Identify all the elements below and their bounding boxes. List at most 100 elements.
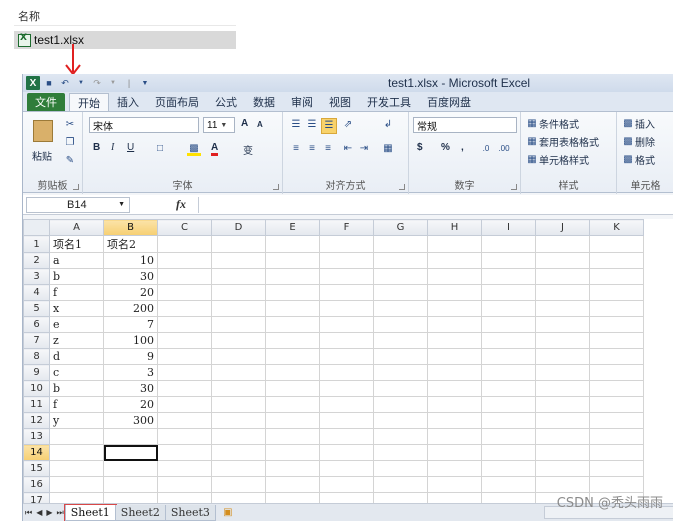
delete-cells-button[interactable]: ▩ 删除 (621, 134, 655, 150)
cell[interactable] (211, 316, 266, 333)
row-header[interactable]: 1 (23, 235, 50, 253)
cell[interactable] (427, 412, 482, 429)
cell[interactable] (589, 476, 644, 493)
paste-button[interactable]: 粘贴 (32, 148, 52, 163)
cell[interactable] (49, 492, 104, 503)
underline-button[interactable]: U (127, 142, 134, 153)
cell[interactable]: y (49, 412, 104, 429)
cell[interactable] (481, 268, 536, 285)
cell[interactable] (319, 332, 374, 349)
undo-dropdown-icon[interactable]: ▼ (74, 76, 88, 90)
tab-formulas[interactable]: 公式 (207, 93, 245, 111)
explorer-file-row[interactable]: test1.xlsx (14, 31, 236, 49)
tab-page-layout[interactable]: 页面布局 (147, 93, 207, 111)
cell[interactable] (589, 380, 644, 397)
column-header-h[interactable]: H (427, 219, 482, 236)
cell[interactable]: e (49, 316, 104, 333)
cell[interactable] (373, 476, 428, 493)
column-header-i[interactable]: I (481, 219, 536, 236)
cell[interactable] (157, 492, 212, 503)
cell[interactable] (427, 268, 482, 285)
cell[interactable] (589, 412, 644, 429)
cell[interactable] (157, 268, 212, 285)
cell[interactable] (481, 428, 536, 445)
cell[interactable] (211, 396, 266, 413)
cell[interactable] (265, 284, 320, 301)
cell[interactable] (373, 316, 428, 333)
cell[interactable] (373, 348, 428, 365)
cell[interactable] (481, 316, 536, 333)
shrink-font-icon[interactable]: A (257, 120, 263, 129)
cell[interactable] (535, 332, 590, 349)
cell[interactable] (157, 284, 212, 301)
cell[interactable] (157, 364, 212, 381)
cell[interactable] (157, 332, 212, 349)
cell[interactable] (427, 364, 482, 381)
cell[interactable] (211, 444, 266, 461)
font-launcher-icon[interactable] (273, 184, 279, 190)
cell[interactable] (49, 460, 104, 477)
cell[interactable] (265, 444, 320, 461)
cell[interactable] (265, 300, 320, 317)
cell[interactable] (427, 428, 482, 445)
font-color-icon[interactable]: A (211, 142, 219, 156)
align-center-icon[interactable]: ≡ (305, 142, 319, 156)
tab-developer[interactable]: 开发工具 (359, 93, 419, 111)
cell[interactable] (157, 348, 212, 365)
font-size-select[interactable]: 11 ▼ (203, 117, 235, 133)
decrease-decimal-icon[interactable]: .00 (497, 142, 511, 156)
cell[interactable] (535, 348, 590, 365)
cell[interactable]: 20 (103, 284, 158, 301)
orientation-icon[interactable]: ⇗ (341, 118, 355, 132)
cell[interactable] (157, 476, 212, 493)
cell[interactable] (265, 476, 320, 493)
cell[interactable] (589, 460, 644, 477)
row-header[interactable]: 15 (23, 460, 50, 477)
cell[interactable] (481, 412, 536, 429)
column-header-c[interactable]: C (157, 219, 212, 236)
cell[interactable] (373, 252, 428, 269)
percent-button[interactable]: % (441, 142, 450, 153)
cell[interactable] (589, 396, 644, 413)
cell[interactable] (589, 284, 644, 301)
cell[interactable] (481, 492, 536, 503)
merge-center-icon[interactable]: ▦ (381, 142, 395, 156)
cell[interactable] (535, 428, 590, 445)
cell[interactable] (157, 444, 212, 461)
align-left-icon[interactable]: ≡ (289, 142, 303, 156)
cell[interactable] (211, 476, 266, 493)
cell[interactable] (157, 412, 212, 429)
cell[interactable] (373, 235, 428, 253)
cell[interactable] (319, 300, 374, 317)
cell[interactable] (373, 396, 428, 413)
cell[interactable] (535, 284, 590, 301)
cell[interactable]: 300 (103, 412, 158, 429)
insert-cells-button[interactable]: ▩ 插入 (621, 116, 655, 132)
grow-font-icon[interactable]: A (241, 118, 248, 129)
column-header-g[interactable]: G (373, 219, 428, 236)
cell[interactable] (427, 396, 482, 413)
undo-icon[interactable]: ↶ (58, 76, 72, 90)
cell[interactable] (373, 364, 428, 381)
cell[interactable] (535, 268, 590, 285)
format-painter-icon[interactable]: ✎ (63, 154, 77, 168)
cell[interactable] (427, 300, 482, 317)
cell[interactable] (319, 364, 374, 381)
cell[interactable]: 30 (103, 268, 158, 285)
cell[interactable] (427, 348, 482, 365)
last-sheet-icon[interactable]: ⏭ (57, 508, 64, 518)
format-cells-button[interactable]: ▩ 格式 (621, 152, 655, 168)
insert-function-icon[interactable]: fx (176, 197, 186, 212)
cell[interactable] (373, 300, 428, 317)
cell[interactable] (265, 252, 320, 269)
row-header[interactable]: 7 (23, 332, 50, 349)
cell[interactable]: 200 (103, 300, 158, 317)
cell[interactable] (319, 348, 374, 365)
fill-color-icon[interactable]: ▩ (187, 142, 201, 156)
cell[interactable] (157, 300, 212, 317)
cell[interactable] (319, 396, 374, 413)
cell[interactable]: f (49, 396, 104, 413)
cell[interactable] (427, 235, 482, 253)
cell[interactable] (589, 300, 644, 317)
explorer-name-header[interactable]: 名称 (14, 8, 236, 26)
